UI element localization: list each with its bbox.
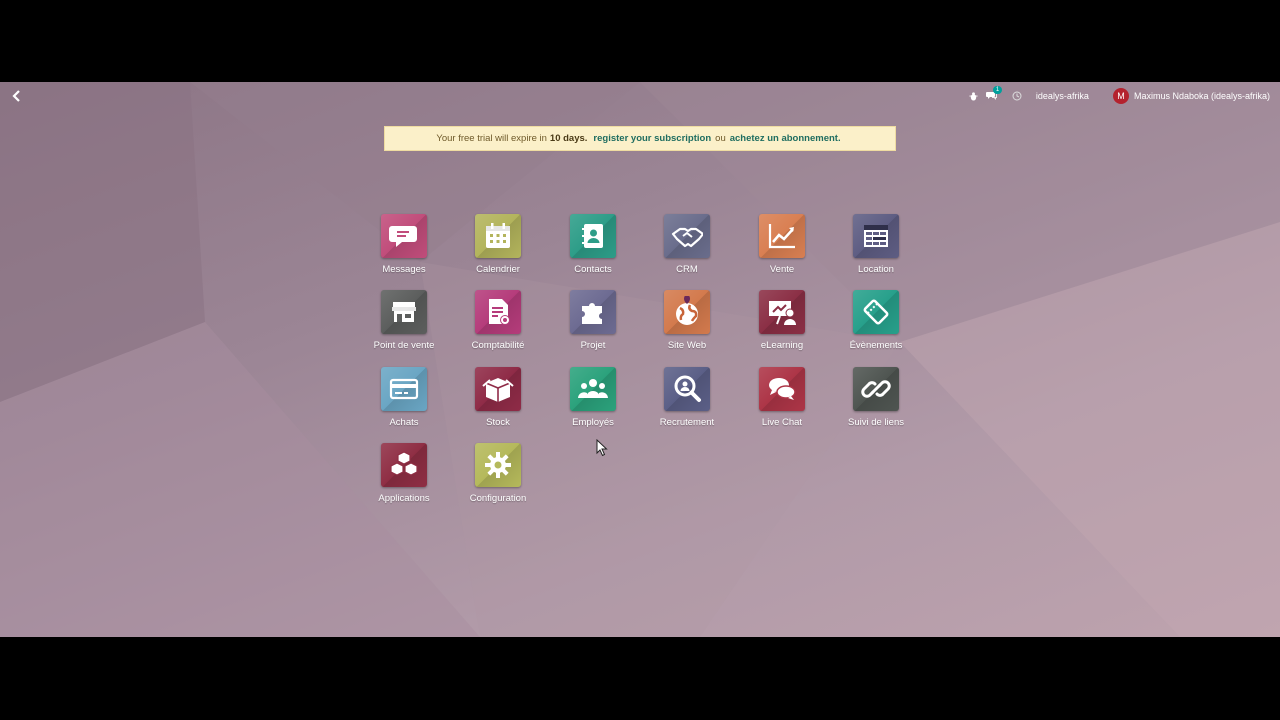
- app-label: Contacts: [574, 264, 612, 275]
- app-label: Point de vente: [373, 340, 435, 351]
- app-label: CRM: [676, 264, 698, 275]
- app-contacts[interactable]: Contacts: [546, 214, 640, 284]
- app-tile: [853, 290, 899, 334]
- app-label: Suivi de liens: [848, 417, 904, 428]
- app-label: Messages: [382, 264, 426, 275]
- line-chart-icon: [768, 224, 795, 249]
- app-label: Évènements: [849, 340, 903, 351]
- app-comptabilité[interactable]: Comptabilité: [451, 290, 545, 360]
- app-tile: [570, 367, 616, 411]
- puzzle-icon: [582, 303, 602, 324]
- app-label: Configuration: [469, 493, 527, 504]
- video-letterbox-bottom: [0, 637, 1280, 720]
- app-site-web[interactable]: Site Web: [640, 290, 734, 360]
- globe-icon: [676, 296, 698, 325]
- app-suivi-de-liens[interactable]: Suivi de liens: [829, 367, 923, 437]
- app-label: Recrutement: [659, 417, 715, 428]
- app-label: Live Chat: [761, 417, 803, 428]
- app-tile: [475, 290, 521, 334]
- app-stock[interactable]: Stock: [451, 367, 545, 437]
- app-tile: [759, 214, 805, 258]
- app-messages[interactable]: Messages: [357, 214, 451, 284]
- app-tile: [475, 214, 521, 258]
- app-label: Employés: [572, 417, 614, 428]
- odoo-home-screen: 1 idealys-afrika M Maximus Ndaboka (idea…: [0, 82, 1280, 637]
- calendar-icon: [486, 223, 510, 248]
- app-tile: [570, 290, 616, 334]
- app-vente[interactable]: Vente: [735, 214, 829, 284]
- document-gear-icon: [489, 299, 510, 325]
- app-elearning[interactable]: eLearning: [735, 290, 829, 360]
- app-tile: [664, 367, 710, 411]
- app-tile: [853, 367, 899, 411]
- app-label: Comptabilité: [471, 340, 525, 351]
- chat-bubbles-icon: [769, 378, 796, 400]
- app-tile: [664, 214, 710, 258]
- shop-icon: [392, 302, 416, 322]
- app-tile: [381, 367, 427, 411]
- link-icon: [861, 380, 891, 398]
- app-recrutement[interactable]: Recrutement: [640, 367, 734, 437]
- app-tile: [475, 443, 521, 487]
- gear-icon: [485, 452, 511, 478]
- app-label: Projet: [580, 340, 606, 351]
- app-label: Stock: [486, 417, 510, 428]
- app-label: eLearning: [760, 340, 804, 351]
- app-label: Calendrier: [476, 264, 520, 275]
- app-configuration[interactable]: Configuration: [451, 443, 545, 513]
- app-tile: [664, 290, 710, 334]
- app-calendrier[interactable]: Calendrier: [451, 214, 545, 284]
- app-crm[interactable]: CRM: [640, 214, 734, 284]
- app-label: Applications: [378, 493, 430, 504]
- app-tile: [475, 367, 521, 411]
- app-tile: [381, 443, 427, 487]
- ticket-icon: [863, 299, 889, 325]
- app-employés[interactable]: Employés: [546, 367, 640, 437]
- handshake-icon: [671, 227, 703, 248]
- app-location[interactable]: Location: [829, 214, 923, 284]
- app-tile: [759, 367, 805, 411]
- mouse-cursor-icon: [596, 439, 608, 457]
- magnifier-icon: [674, 375, 701, 402]
- credit-card-icon: [389, 378, 419, 400]
- app-achats[interactable]: Achats: [357, 367, 451, 437]
- app-tile: [759, 290, 805, 334]
- presentation-icon: [769, 301, 796, 325]
- box-icon: [482, 378, 514, 402]
- app-live-chat[interactable]: Live Chat: [735, 367, 829, 437]
- video-letterbox-top: [0, 0, 1280, 82]
- app-tile: [381, 214, 427, 258]
- address-book-icon: [582, 224, 603, 248]
- app-label: Vente: [769, 264, 795, 275]
- app-tile: [381, 290, 427, 334]
- chat-bubble-icon: [389, 226, 417, 247]
- app-point-de-vente[interactable]: Point de vente: [357, 290, 451, 360]
- app-applications[interactable]: Applications: [357, 443, 451, 513]
- app-tile: [570, 214, 616, 258]
- app-évènements[interactable]: Évènements: [829, 290, 923, 360]
- app-label: Site Web: [667, 340, 707, 351]
- calendar-grid-icon: [864, 225, 888, 247]
- app-label: Achats: [389, 417, 419, 428]
- app-grid: Messages Calendrier Contacts CRM Vente Locati…: [0, 82, 1280, 637]
- app-tile: [853, 214, 899, 258]
- users-icon: [578, 379, 608, 398]
- cubes-icon: [390, 451, 418, 476]
- app-label: Location: [858, 264, 894, 275]
- app-projet[interactable]: Projet: [546, 290, 640, 360]
